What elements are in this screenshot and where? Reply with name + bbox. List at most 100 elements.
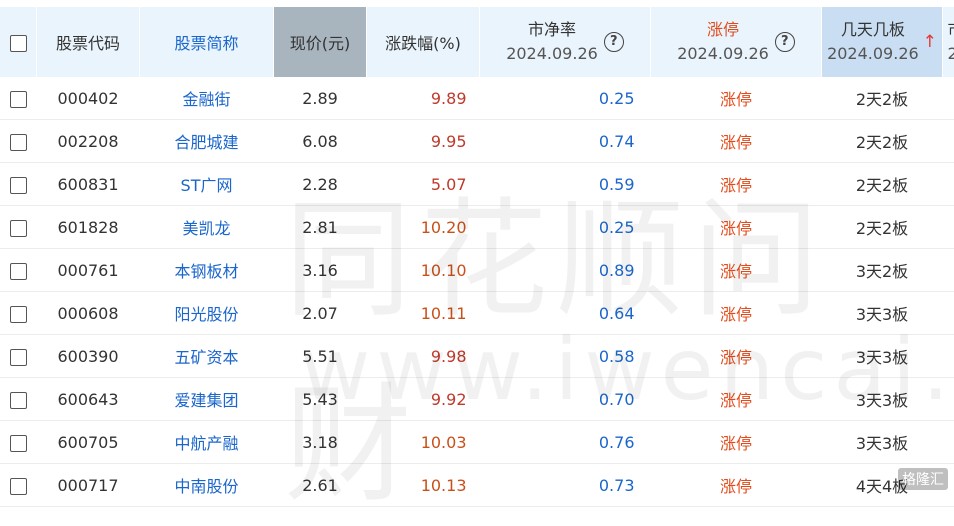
stock-change: 10.03 [367, 421, 480, 464]
stock-board-count: 3天3板 [822, 292, 943, 335]
sort-arrow-up-icon[interactable]: ↑ [923, 32, 937, 52]
stock-price: 2.07 [274, 292, 367, 335]
stock-code: 600705 [37, 421, 140, 464]
header-limit-date: 2024.09.26 [677, 44, 769, 63]
stock-name-link[interactable]: 爱建集团 [140, 378, 274, 421]
table-row[interactable]: 600390 五矿资本 5.51 9.98 0.58 涨停 3天3板 [0, 335, 954, 378]
stock-change: 10.20 [367, 206, 480, 249]
stock-name-link[interactable]: ST广网 [140, 163, 274, 206]
stock-board-count: 3天3板 [822, 335, 943, 378]
header-board-label: 几天几板 [841, 20, 905, 39]
row-checkbox[interactable] [10, 134, 27, 151]
row-checkbox[interactable] [10, 435, 27, 452]
header-select-all[interactable] [0, 7, 37, 77]
stock-name-link[interactable]: 中南股份 [140, 464, 274, 507]
stock-price: 3.16 [274, 249, 367, 292]
stock-pb: 0.89 [480, 249, 651, 292]
table-row[interactable]: 000717 中南股份 2.61 10.13 0.73 涨停 4天4板 [0, 464, 954, 507]
stock-price: 2.89 [274, 77, 367, 120]
stock-price: 5.43 [274, 378, 367, 421]
row-checkbox[interactable] [10, 478, 27, 495]
stock-code: 000402 [37, 77, 140, 120]
table-row[interactable]: 601828 美凯龙 2.81 10.20 0.25 涨停 2天2板 [0, 206, 954, 249]
row-checkbox[interactable] [10, 220, 27, 237]
header-pb[interactable]: 市净率 2024.09.26 ? [480, 7, 651, 77]
stock-code: 600390 [37, 335, 140, 378]
stock-pb: 0.70 [480, 378, 651, 421]
stock-name-link[interactable]: 五矿资本 [140, 335, 274, 378]
table-row[interactable]: 600643 爱建集团 5.43 9.92 0.70 涨停 3天3板 [0, 378, 954, 421]
stock-change: 9.89 [367, 77, 480, 120]
stock-price: 6.08 [274, 120, 367, 163]
stock-board-count: 2天2板 [822, 77, 943, 120]
row-checkbox[interactable] [10, 91, 27, 108]
stock-name-link[interactable]: 中航产融 [140, 421, 274, 464]
stock-limit-status: 涨停 [651, 249, 822, 292]
stock-change: 10.10 [367, 249, 480, 292]
stock-pb: 0.76 [480, 421, 651, 464]
stock-board-count: 3天2板 [822, 249, 943, 292]
stock-code: 002208 [37, 120, 140, 163]
row-checkbox[interactable] [10, 263, 27, 280]
table-row[interactable]: 600705 中航产融 3.18 10.03 0.76 涨停 3天3板 [0, 421, 954, 464]
row-checkbox[interactable] [10, 392, 27, 409]
stock-change: 10.13 [367, 464, 480, 507]
stock-price: 2.81 [274, 206, 367, 249]
table-row[interactable]: 000608 阳光股份 2.07 10.11 0.64 涨停 3天3板 [0, 292, 954, 335]
header-extra-label: 市 [947, 20, 954, 39]
table-header-row: 股票代码 股票简称 现价(元) 涨跌幅(%) 市净率 2024.09.26 ? 涨… [0, 7, 954, 77]
table-row[interactable]: 600831 ST广网 2.28 5.07 0.59 涨停 2天2板 [0, 163, 954, 206]
stock-limit-status: 涨停 [651, 120, 822, 163]
stock-pb: 0.58 [480, 335, 651, 378]
header-name[interactable]: 股票简称 [140, 7, 274, 77]
table-row[interactable]: 000402 金融街 2.89 9.89 0.25 涨停 2天2板 [0, 77, 954, 120]
stock-price: 2.61 [274, 464, 367, 507]
stock-code: 000608 [37, 292, 140, 335]
row-checkbox[interactable] [10, 349, 27, 366]
header-pb-date: 2024.09.26 [506, 44, 598, 63]
stock-name-link[interactable]: 美凯龙 [140, 206, 274, 249]
stock-board-count: 3天3板 [822, 421, 943, 464]
stock-limit-status: 涨停 [651, 464, 822, 507]
header-change[interactable]: 涨跌幅(%) [367, 7, 480, 77]
help-icon[interactable]: ? [604, 32, 624, 52]
stock-code: 000761 [37, 249, 140, 292]
stock-code: 600831 [37, 163, 140, 206]
stock-change: 10.11 [367, 292, 480, 335]
stock-code: 000717 [37, 464, 140, 507]
stock-table: 股票代码 股票简称 现价(元) 涨跌幅(%) 市净率 2024.09.26 ? 涨… [0, 7, 954, 507]
stock-name-link[interactable]: 本钢板材 [140, 249, 274, 292]
stock-pb: 0.25 [480, 206, 651, 249]
stock-code: 600643 [37, 378, 140, 421]
stock-name-link[interactable]: 合肥城建 [140, 120, 274, 163]
stock-change: 9.95 [367, 120, 480, 163]
corner-logo: 格隆汇 [898, 468, 948, 490]
stock-price: 5.51 [274, 335, 367, 378]
stock-pb: 0.59 [480, 163, 651, 206]
table-row[interactable]: 002208 合肥城建 6.08 9.95 0.74 涨停 2天2板 [0, 120, 954, 163]
stock-name-link[interactable]: 金融街 [140, 77, 274, 120]
stock-limit-status: 涨停 [651, 335, 822, 378]
header-board[interactable]: 几天几板 2024.09.26 ↑ [822, 7, 943, 77]
stock-change: 9.92 [367, 378, 480, 421]
stock-change: 5.07 [367, 163, 480, 206]
header-board-date: 2024.09.26 [827, 44, 919, 63]
stock-pb: 0.64 [480, 292, 651, 335]
row-checkbox[interactable] [10, 177, 27, 194]
row-checkbox[interactable] [10, 306, 27, 323]
stock-limit-status: 涨停 [651, 163, 822, 206]
stock-board-count: 2天2板 [822, 206, 943, 249]
header-limit[interactable]: 涨停2024.09.26 ? [651, 7, 822, 77]
header-code[interactable]: 股票代码 [37, 7, 140, 77]
table-row[interactable]: 000761 本钢板材 3.16 10.10 0.89 涨停 3天2板 [0, 249, 954, 292]
header-pb-label: 市净率 [528, 20, 576, 39]
stock-name-link[interactable]: 阳光股份 [140, 292, 274, 335]
stock-limit-status: 涨停 [651, 292, 822, 335]
header-price[interactable]: 现价(元) [274, 7, 367, 77]
select-all-checkbox[interactable] [10, 35, 27, 52]
header-extra[interactable]: 市2 [943, 7, 954, 77]
help-icon[interactable]: ? [775, 32, 795, 52]
stock-board-count: 2天2板 [822, 163, 943, 206]
stock-limit-status: 涨停 [651, 206, 822, 249]
stock-code: 601828 [37, 206, 140, 249]
